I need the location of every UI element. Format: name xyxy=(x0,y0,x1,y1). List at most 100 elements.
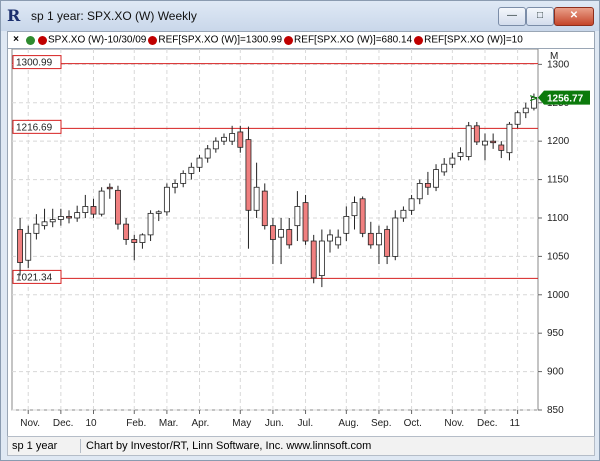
candle-up[interactable] xyxy=(196,157,203,168)
window-title: sp 1 year: SPX.XO (W) Weekly xyxy=(31,9,197,23)
candle-down[interactable] xyxy=(302,202,309,242)
x-tick-label: Mar. xyxy=(159,418,178,429)
legend-item-3[interactable]: REF[SPX.XO (W)]=10 xyxy=(412,34,523,46)
legend-item-1[interactable]: REF[SPX.XO (W)]=1300.99 xyxy=(146,34,283,46)
candle-up[interactable] xyxy=(221,136,227,142)
candle-down[interactable] xyxy=(261,190,268,227)
candle-up[interactable] xyxy=(351,202,358,217)
y-tick-label: 850 xyxy=(547,405,564,416)
status-separator xyxy=(80,439,81,453)
candle-up[interactable] xyxy=(49,219,56,223)
candle-down[interactable] xyxy=(123,223,130,240)
candle-up[interactable] xyxy=(25,232,32,261)
candle-up[interactable] xyxy=(188,166,195,174)
candle-down[interactable] xyxy=(66,216,72,219)
candle-up[interactable] xyxy=(253,186,260,211)
candle-up[interactable] xyxy=(441,163,448,173)
candle-up[interactable] xyxy=(335,236,342,246)
candle-down[interactable] xyxy=(384,229,391,257)
reference-label: 1300.99 xyxy=(16,58,53,69)
reference-label: 1021.34 xyxy=(16,272,53,283)
x-tick-label: 10 xyxy=(85,418,97,429)
app-window: R sp 1 year: SPX.XO (W) Weekly — □ ✕ × SP… xyxy=(0,0,600,461)
candle-up[interactable] xyxy=(139,234,146,243)
candle-down[interactable] xyxy=(367,232,374,246)
status-credit: Chart by Investor/RT, Linn Software, Inc… xyxy=(86,440,372,452)
y-tick-label: 1050 xyxy=(547,251,570,262)
candle-up[interactable] xyxy=(506,123,513,154)
legend-item-label: REF[SPX.XO (W)]=1300.99 xyxy=(158,34,283,45)
minimize-button[interactable]: — xyxy=(498,7,526,26)
candle-up[interactable] xyxy=(74,212,81,219)
candle-up[interactable] xyxy=(318,240,325,276)
candle-up[interactable] xyxy=(465,125,472,157)
legend-item-label: REF[SPX.XO (W)]=680.14 xyxy=(294,34,413,45)
candle-up[interactable] xyxy=(98,190,105,215)
y-tick-label: 1000 xyxy=(547,290,570,301)
candle-down[interactable] xyxy=(359,198,366,234)
candle-down[interactable] xyxy=(286,229,293,246)
x-tick-label: 11 xyxy=(510,418,521,429)
candle-down[interactable] xyxy=(131,239,138,243)
candle-up[interactable] xyxy=(400,209,407,219)
candle-up[interactable] xyxy=(155,211,162,214)
legend-red-dot-icon xyxy=(38,35,47,45)
candle-up[interactable] xyxy=(449,157,456,165)
candle-down[interactable] xyxy=(424,183,431,188)
indicator-legend-bar: × SPX.XO (W)-10/30/09 REF[SPX.XO (W)]=1300… xyxy=(7,31,595,49)
title-bar[interactable]: R sp 1 year: SPX.XO (W) Weekly — □ ✕ xyxy=(1,1,599,31)
reference-label: 1216.69 xyxy=(16,122,53,133)
candle-up[interactable] xyxy=(327,234,333,242)
candle-up[interactable] xyxy=(229,133,236,142)
last-price-label: 1256.77 xyxy=(547,94,584,105)
legend-item-2[interactable]: REF[SPX.XO (W)]=680.14 xyxy=(282,34,413,46)
candle-up[interactable] xyxy=(416,183,423,200)
candle-down[interactable] xyxy=(115,189,121,225)
y-tick-label: 1150 xyxy=(547,175,569,186)
candle-up[interactable] xyxy=(392,217,399,257)
scale-corner-label: M xyxy=(550,51,558,62)
candle-up[interactable] xyxy=(433,169,439,188)
candle-up[interactable] xyxy=(278,229,285,238)
candle-up[interactable] xyxy=(147,212,154,236)
x-tick-label: Nov. xyxy=(20,418,40,429)
candle-up[interactable] xyxy=(180,173,187,184)
candle-up[interactable] xyxy=(57,216,64,220)
legend-item-0[interactable]: SPX.XO (W)-10/30/09 xyxy=(24,34,146,46)
candle-down[interactable] xyxy=(245,139,252,211)
candle-down[interactable] xyxy=(106,186,113,190)
candle-up[interactable] xyxy=(33,223,40,234)
candle-up[interactable] xyxy=(408,198,415,211)
candle-up[interactable] xyxy=(212,140,219,150)
maximize-button[interactable]: □ xyxy=(526,7,554,26)
legend-red-dot-icon xyxy=(414,35,424,45)
candle-down[interactable] xyxy=(90,206,97,215)
candle-down[interactable] xyxy=(310,240,317,279)
candle-up[interactable] xyxy=(163,186,170,213)
candle-up[interactable] xyxy=(41,221,48,227)
candle-up[interactable] xyxy=(457,152,464,157)
candle-down[interactable] xyxy=(498,144,505,151)
candle-up[interactable] xyxy=(522,107,529,114)
candle-up[interactable] xyxy=(294,206,301,227)
candle-down[interactable] xyxy=(237,131,244,148)
legend-red-dot-icon xyxy=(284,35,294,45)
candle-down[interactable] xyxy=(490,140,497,144)
legend-close-icon[interactable]: × xyxy=(10,32,22,48)
price-chart[interactable]: 8509009501000105011001150120012501300Nov… xyxy=(8,49,594,436)
candle-up[interactable] xyxy=(204,148,211,159)
candle-up[interactable] xyxy=(514,112,521,125)
candle-up[interactable] xyxy=(82,206,89,214)
close-button[interactable]: ✕ xyxy=(554,7,594,26)
last-price-arrow-icon: > xyxy=(529,92,538,105)
app-logo-icon: R xyxy=(7,6,21,25)
candle-down[interactable] xyxy=(269,225,276,240)
candle-up[interactable] xyxy=(482,140,488,146)
x-tick-label: Dec. xyxy=(477,418,498,429)
candle-down[interactable] xyxy=(473,125,480,143)
candle-up[interactable] xyxy=(376,232,382,246)
chart-area[interactable]: 8509009501000105011001150120012501300Nov… xyxy=(7,48,595,437)
candle-down[interactable] xyxy=(17,229,24,263)
candle-up[interactable] xyxy=(343,216,350,234)
candle-up[interactable] xyxy=(172,183,178,188)
